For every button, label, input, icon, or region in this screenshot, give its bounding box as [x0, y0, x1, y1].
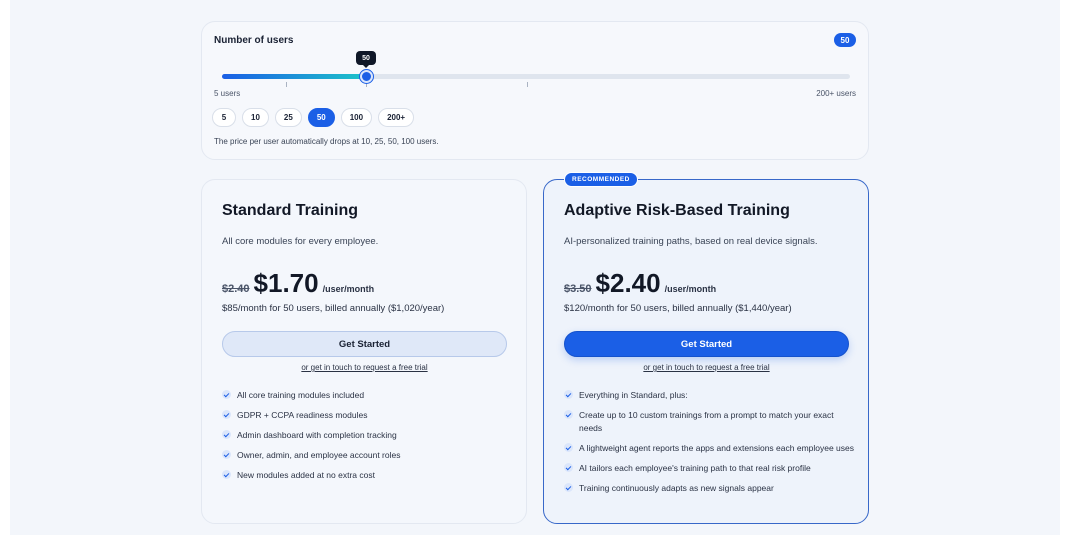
feature-item: Everything in Standard, plus: [564, 389, 854, 402]
preset-button-50[interactable]: 50 [307, 108, 335, 127]
users-slider-thumb[interactable] [360, 70, 373, 83]
user-count-badge: 50 [834, 33, 856, 47]
feature-list: Everything in Standard, plus: Create up … [564, 389, 854, 502]
users-slider-track[interactable]: 50 [222, 51, 850, 87]
feature-text: Training continuously adapts as new sign… [579, 483, 774, 493]
users-slider-fill [222, 74, 366, 79]
free-trial-link[interactable]: or get in touch to request a free trial [564, 363, 849, 372]
feature-text: New modules added at no extra cost [237, 470, 375, 480]
billing-summary: $85/month for 50 users, billed annually … [222, 303, 445, 314]
free-trial-link[interactable]: or get in touch to request a free trial [222, 363, 507, 372]
get-started-button[interactable]: Get Started [222, 331, 507, 357]
slider-tick [527, 82, 528, 87]
check-circle-icon [564, 483, 573, 492]
feature-text: All core training modules included [237, 390, 365, 400]
preset-button-10[interactable]: 10 [242, 108, 269, 127]
plan-description: All core modules for every employee. [222, 236, 379, 247]
recommended-badge: RECOMMENDED [564, 172, 638, 187]
plan-card-adaptive: RECOMMENDED Adaptive Risk-Based Training… [543, 172, 869, 524]
feature-text: A lightweight agent reports the apps and… [579, 443, 855, 453]
slider-max-label: 200+ users [816, 89, 856, 98]
feature-item: Create up to 10 custom trainings from a … [564, 409, 854, 435]
old-price: $2.40 [222, 283, 250, 295]
check-circle-icon [564, 463, 573, 472]
user-preset-buttons: 5 10 25 50 100 200+ [212, 108, 415, 127]
check-circle-icon [222, 410, 231, 419]
feature-item: AI tailors each employee's training path… [564, 462, 854, 475]
feature-item: New modules added at no extra cost [222, 469, 512, 482]
slider-tick [286, 82, 287, 87]
feature-item: Admin dashboard with completion tracking [222, 429, 512, 442]
feature-list: All core training modules included GDPR … [222, 389, 512, 489]
current-price: $2.40 [595, 268, 661, 298]
check-circle-icon [222, 430, 231, 439]
users-title: Number of users [214, 35, 294, 46]
feature-item: Training continuously adapts as new sign… [564, 482, 854, 495]
check-circle-icon [222, 450, 231, 459]
get-started-button[interactable]: Get Started [564, 331, 849, 357]
old-price: $3.50 [564, 283, 592, 295]
price-unit: /user/month [664, 284, 717, 294]
plan-card-standard: Standard Training All core modules for e… [201, 179, 527, 524]
feature-text: Owner, admin, and employee account roles [237, 450, 401, 460]
current-price: $1.70 [253, 268, 319, 298]
check-circle-icon [564, 443, 573, 452]
plan-title: Standard Training [222, 202, 359, 219]
feature-text: GDPR + CCPA readiness modules [237, 410, 368, 420]
feature-item: Owner, admin, and employee account roles [222, 449, 512, 462]
check-circle-icon [222, 390, 231, 399]
feature-text: Admin dashboard with completion tracking [237, 430, 397, 440]
feature-item: All core training modules included [222, 389, 512, 402]
feature-item: GDPR + CCPA readiness modules [222, 409, 512, 422]
preset-button-5[interactable]: 5 [212, 108, 236, 127]
billing-summary: $120/month for 50 users, billed annually… [564, 303, 792, 314]
preset-button-100[interactable]: 100 [340, 108, 373, 127]
price-row: $3.50 $2.40 /user/month [564, 268, 716, 299]
feature-text: Create up to 10 custom trainings from a … [579, 410, 834, 433]
feature-text: Everything in Standard, plus: [579, 390, 688, 400]
feature-item: A lightweight agent reports the apps and… [564, 442, 854, 455]
feature-text: AI tailors each employee's training path… [579, 463, 811, 473]
user-count-selector: Number of users 50 50 5 users 200+ users… [201, 21, 869, 160]
plan-title: Adaptive Risk-Based Training [564, 202, 790, 219]
check-circle-icon [564, 410, 573, 419]
plan-description: AI-personalized training paths, based on… [564, 236, 818, 247]
check-circle-icon [222, 470, 231, 479]
price-row: $2.40 $1.70 /user/month [222, 268, 374, 299]
slider-min-label: 5 users [214, 89, 241, 98]
slider-value-tooltip: 50 [356, 51, 376, 68]
preset-button-200-plus[interactable]: 200+ [378, 108, 415, 127]
preset-button-25[interactable]: 25 [274, 108, 302, 127]
check-circle-icon [564, 390, 573, 399]
price-unit: /user/month [322, 284, 375, 294]
price-drop-note: The price per user automatically drops a… [214, 137, 439, 146]
